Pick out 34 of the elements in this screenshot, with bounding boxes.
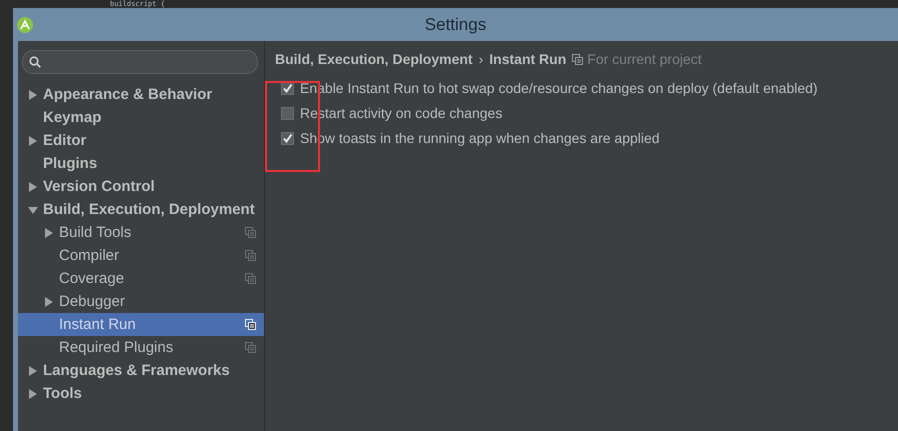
tree-item[interactable]: Compiler: [18, 244, 264, 267]
tree-item[interactable]: Debugger: [18, 290, 264, 313]
tree-item[interactable]: Instant Run: [18, 313, 264, 336]
breadcrumb-separator: ›: [478, 51, 484, 67]
tree-item[interactable]: Keymap: [18, 106, 264, 129]
tree-item[interactable]: Build, Execution, Deployment: [18, 198, 264, 221]
android-logo-icon: [17, 16, 33, 32]
breadcrumb-item: Build, Execution, Deployment: [275, 51, 473, 67]
project-scope-icon: [572, 54, 584, 64]
breadcrumb-item: Instant Run: [489, 51, 566, 67]
collapsed-arrow-icon[interactable]: [44, 296, 54, 306]
scope-note: For current project: [587, 51, 702, 67]
checkbox[interactable]: [281, 132, 294, 144]
checkbox[interactable]: [281, 106, 294, 120]
tree-item[interactable]: Editor: [18, 129, 264, 152]
collapsed-arrow-icon[interactable]: [44, 228, 54, 238]
tree-item[interactable]: Tools: [18, 382, 264, 405]
tree-item[interactable]: Required Plugins: [18, 336, 264, 359]
tree-item[interactable]: Coverage: [18, 267, 264, 290]
search-field[interactable]: [22, 50, 258, 74]
search-icon: [29, 56, 41, 68]
tree-item[interactable]: Build Tools: [18, 221, 264, 244]
expanded-arrow-icon[interactable]: [28, 204, 38, 214]
collapsed-arrow-icon[interactable]: [28, 90, 38, 100]
collapsed-arrow-icon[interactable]: [28, 136, 38, 146]
collapsed-arrow-icon[interactable]: [28, 388, 38, 398]
tree-item[interactable]: Version Control: [18, 175, 264, 198]
collapsed-arrow-icon[interactable]: [28, 182, 38, 192]
window-title: Settings: [424, 14, 486, 34]
tree-item[interactable]: Languages & Frameworks: [18, 359, 264, 382]
tree-item[interactable]: Plugins: [18, 152, 264, 175]
tree-item[interactable]: Appearance & Behavior: [18, 83, 264, 106]
checkbox[interactable]: [281, 82, 294, 94]
collapsed-arrow-icon[interactable]: [28, 366, 38, 376]
